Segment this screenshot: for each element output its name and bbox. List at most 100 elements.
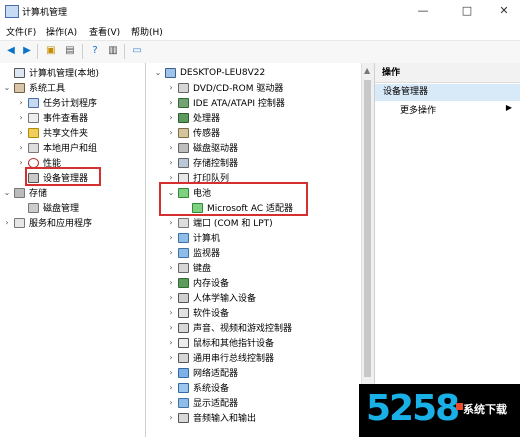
sensor-icon: [178, 127, 189, 138]
device-category-computer[interactable]: › 计算机: [166, 230, 220, 245]
battery-highlight-box: [159, 182, 308, 216]
chevron-right-icon[interactable]: ›: [166, 173, 176, 182]
computer-management-icon: [14, 67, 25, 78]
device-category-monitor[interactable]: › 监视器: [166, 245, 220, 260]
chevron-right-icon[interactable]: ›: [166, 323, 176, 332]
system-device-icon: [178, 382, 189, 393]
maximize-button[interactable]: □: [453, 2, 481, 20]
device-category-software-device[interactable]: › 软件设备: [166, 305, 229, 320]
device-tree-label: 处理器: [193, 114, 221, 124]
properties-icon[interactable]: ▥: [106, 44, 120, 58]
device-category-keyboard[interactable]: › 键盘: [166, 260, 211, 275]
computer-icon: [165, 67, 176, 78]
chevron-right-icon[interactable]: ›: [166, 398, 176, 407]
chevron-down-icon[interactable]: ⌄: [2, 188, 12, 197]
toolbar: ◀ ▶ ▣ ▤ ? ▥ ▭: [0, 40, 520, 64]
chevron-right-icon[interactable]: ›: [16, 158, 26, 167]
device-category-mouse[interactable]: › 鼠标和其他指针设备: [166, 335, 274, 350]
device-tree-root[interactable]: ⌄ DESKTOP-LEU8V22: [153, 65, 265, 80]
chevron-right-icon[interactable]: ›: [166, 278, 176, 287]
tree-item-storage[interactable]: ⌄ 存储: [2, 185, 47, 200]
menu-file[interactable]: 文件(F): [6, 25, 36, 38]
show-hide-tree-icon[interactable]: ▤: [63, 44, 77, 58]
more-actions-link[interactable]: 更多操作: [400, 103, 436, 116]
device-category-sound[interactable]: › 声音、视频和游戏控制器: [166, 320, 292, 335]
device-category-memory[interactable]: › 内存设备: [166, 275, 229, 290]
menu-help[interactable]: 帮助(H): [131, 25, 163, 38]
tree-item-computer-management[interactable]: 计算机管理(本地): [2, 65, 99, 80]
close-button[interactable]: ✕: [490, 2, 518, 20]
tree-item-label: 系统工具: [29, 84, 66, 94]
device-category-hid[interactable]: › 人体学输入设备: [166, 290, 256, 305]
device-category-dvd[interactable]: › DVD/CD-ROM 驱动器: [166, 80, 283, 95]
back-arrow-icon[interactable]: ◀: [4, 44, 18, 58]
chevron-right-icon[interactable]: ›: [166, 233, 176, 242]
monitor-icon[interactable]: ▭: [130, 44, 144, 58]
device-category-system-device[interactable]: › 系统设备: [166, 380, 229, 395]
chevron-right-icon[interactable]: ›: [166, 248, 176, 257]
tree-item-shared-folders[interactable]: › 共享文件夹: [16, 125, 88, 140]
chevron-right-icon[interactable]: ›: [166, 338, 176, 347]
chevron-right-icon[interactable]: ›: [166, 308, 176, 317]
device-tree-label: DVD/CD-ROM 驱动器: [193, 84, 284, 94]
tree-item-event-viewer[interactable]: › 事件查看器: [16, 110, 88, 125]
tree-item-task-scheduler[interactable]: › 任务计划程序: [16, 95, 97, 110]
chevron-right-icon[interactable]: ›: [16, 143, 26, 152]
chevron-right-icon[interactable]: ›: [166, 218, 176, 227]
chevron-right-icon[interactable]: ›: [166, 263, 176, 272]
computer-management-app-icon: [5, 5, 19, 18]
tree-item-services[interactable]: › 服务和应用程序: [2, 215, 92, 230]
chevron-right-icon[interactable]: ›: [16, 113, 26, 122]
chevron-right-icon[interactable]: ›: [2, 218, 12, 227]
device-category-audio-io[interactable]: › 音频输入和输出: [166, 410, 256, 425]
tree-item-local-users[interactable]: › 本地用户和组: [16, 140, 97, 155]
chevron-right-icon[interactable]: ›: [166, 143, 176, 152]
chevron-right-icon[interactable]: ›: [16, 98, 26, 107]
chevron-right-icon[interactable]: ›: [166, 158, 176, 167]
tree-item-system-tools[interactable]: ⌄ 系统工具: [2, 80, 65, 95]
device-category-sensor[interactable]: › 传感器: [166, 125, 220, 140]
device-category-port[interactable]: › 端口 (COM 和 LPT): [166, 215, 273, 230]
up-folder-icon[interactable]: ▣: [44, 44, 58, 58]
printer-icon: [178, 172, 189, 183]
device-category-storage-controller[interactable]: › 存储控制器: [166, 155, 238, 170]
device-category-usb[interactable]: › 通用串行总线控制器: [166, 350, 274, 365]
minimize-button[interactable]: —: [409, 2, 437, 20]
hid-icon: [178, 292, 189, 303]
chevron-right-icon[interactable]: ›: [166, 293, 176, 302]
scrollbar-thumb[interactable]: [364, 80, 371, 377]
chevron-down-icon[interactable]: ⌄: [153, 68, 163, 77]
device-category-disk-drive[interactable]: › 磁盘驱动器: [166, 140, 238, 155]
chevron-right-icon[interactable]: ›: [166, 128, 176, 137]
storage-icon: [14, 187, 25, 198]
chevron-right-icon[interactable]: ›: [166, 113, 176, 122]
chevron-right-icon[interactable]: ›: [166, 98, 176, 107]
device-tree-label: 软件设备: [193, 309, 230, 319]
vertical-scrollbar[interactable]: ▲ ▼: [361, 63, 374, 437]
tree-item-disk-management[interactable]: 磁盘管理: [16, 200, 79, 215]
device-category-network-adapter[interactable]: › 网络适配器: [166, 365, 238, 380]
action-device-manager[interactable]: 设备管理器: [375, 84, 520, 101]
chevron-right-icon[interactable]: ›: [166, 83, 176, 92]
scroll-up-arrow-icon[interactable]: ▲: [364, 66, 370, 75]
chevron-right-icon[interactable]: ›: [166, 413, 176, 422]
chevron-right-icon[interactable]: ▶: [506, 103, 512, 112]
processor-icon: [178, 112, 189, 123]
chevron-right-icon[interactable]: ›: [166, 368, 176, 377]
device-category-processor[interactable]: › 处理器: [166, 110, 220, 125]
device-category-ide[interactable]: › IDE ATA/ATAPI 控制器: [166, 95, 285, 110]
menu-view[interactable]: 查看(V): [89, 25, 120, 38]
chevron-right-icon[interactable]: ›: [166, 383, 176, 392]
device-tree-label: 音频输入和输出: [193, 414, 257, 424]
device-tree-label: 显示适配器: [193, 399, 239, 409]
device-tree-label: 声音、视频和游戏控制器: [193, 324, 293, 334]
chevron-right-icon[interactable]: ›: [166, 353, 176, 362]
chevron-down-icon[interactable]: ⌄: [2, 83, 12, 92]
menu-action[interactable]: 操作(A): [46, 25, 77, 38]
device-category-display-adapter[interactable]: › 显示适配器: [166, 395, 238, 410]
forward-arrow-icon[interactable]: ▶: [20, 44, 34, 58]
tree-item-label: 存储: [29, 189, 48, 199]
tree-item-label: 本地用户和组: [43, 144, 98, 154]
help-icon[interactable]: ?: [88, 44, 102, 58]
chevron-right-icon[interactable]: ›: [16, 128, 26, 137]
